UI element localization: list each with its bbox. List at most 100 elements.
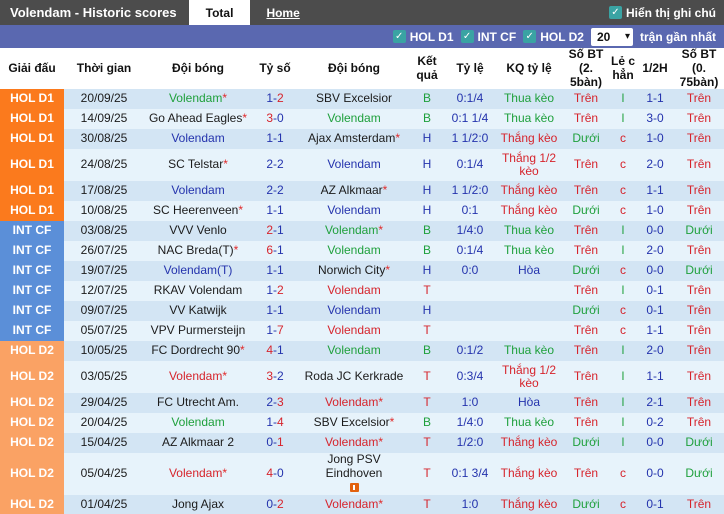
- league-badge: INT CF: [0, 301, 64, 322]
- half-time-score: 1-0: [636, 201, 674, 222]
- col-odd-even: Lẻ c hẳn: [610, 48, 636, 90]
- asterisk-marker: *: [382, 183, 388, 198]
- away-team-name: AZ Alkmaar: [320, 183, 383, 198]
- away-goals: 0: [277, 111, 284, 126]
- away-goals: 4: [277, 415, 284, 430]
- result-badge: B: [410, 413, 444, 434]
- away-team-name: SBV Excelsior: [313, 415, 390, 430]
- home-goals: 1: [266, 415, 273, 430]
- title-bar: Volendam - Historic scores Total Home ✓ …: [0, 0, 724, 25]
- league-badge: HOL D2: [0, 361, 64, 394]
- away-team-cell: Roda JC Kerkrade: [298, 361, 410, 394]
- away-goals: 1: [277, 435, 284, 450]
- handicap-odds: 0:1 3/4: [444, 453, 496, 495]
- match-date: 29/04/25: [64, 393, 144, 414]
- home-team-name: Volendam: [171, 131, 225, 146]
- result-badge: B: [410, 241, 444, 262]
- handicap-result: Thua kèo: [496, 109, 562, 130]
- away-goals: 2: [277, 157, 284, 172]
- col-half-time: 1/2H: [636, 48, 674, 90]
- result-badge: B: [410, 109, 444, 130]
- tab-total[interactable]: Total: [188, 0, 251, 25]
- away-team-name: Volendam: [327, 243, 381, 258]
- over-under-25: Dưới: [562, 433, 610, 454]
- filter-hol-d1: ✓ HOL D1: [392, 30, 454, 44]
- half-time-score: 1-0: [636, 129, 674, 150]
- match-date: 20/09/25: [64, 89, 144, 110]
- over-under-075: Trên: [674, 494, 724, 514]
- home-goals: 1: [266, 303, 273, 318]
- handicap-result: Thua kèo: [496, 89, 562, 110]
- match-count-select[interactable]: 20 ▾: [590, 27, 633, 46]
- away-team-cell: Ajax Amsterdam*: [298, 129, 410, 150]
- away-team-cell: Volendam: [298, 321, 410, 342]
- odd-even-flag: c: [610, 301, 636, 322]
- odd-even-flag: l: [610, 89, 636, 110]
- table-row: INT CF 09/07/25 VV Katwijk 1-1 Volendam H Dưới…: [0, 301, 724, 322]
- away-goals: 2: [277, 496, 284, 511]
- table-row: INT CF 03/08/25 VVV Venlo 2-1 Volendam* B 1/4:…: [0, 221, 724, 242]
- match-date: 05/04/25: [64, 453, 144, 495]
- table-row: HOL D1 24/08/25 SC Telstar* 2-2 Volendam H 0:1…: [0, 149, 724, 182]
- match-date: 03/05/25: [64, 361, 144, 394]
- away-team-cell: SBV Excelsior*: [298, 413, 410, 434]
- result-badge: T: [410, 453, 444, 495]
- away-team-name: Volendam: [327, 157, 381, 172]
- home-team-name: VV Katwijk: [169, 303, 227, 318]
- half-time-score: 2-0: [636, 149, 674, 182]
- handicap-result: Thắng kèo: [496, 433, 562, 454]
- tab-home[interactable]: Home: [266, 6, 299, 20]
- score-cell: 1-2: [252, 281, 298, 302]
- table-row: HOL D2 05/04/25 Volendam* 4-0 Jong PSV Eindh…: [0, 453, 724, 495]
- away-team-name: Volendam: [327, 303, 381, 318]
- int-cf-checkbox-icon[interactable]: ✓: [460, 30, 474, 43]
- page-title: Volendam - Historic scores: [10, 5, 177, 20]
- home-team-name: RKAV Volendam: [153, 283, 243, 298]
- match-count-value: 20: [596, 29, 611, 44]
- col-league: Giải đấu: [0, 48, 64, 90]
- score-cell: 0-2: [252, 494, 298, 514]
- odd-even-flag: c: [610, 261, 636, 282]
- handicap-odds: 0:0: [444, 261, 496, 282]
- asterisk-marker: *: [385, 263, 390, 278]
- col-handicap: Tỷ lệ: [444, 48, 496, 90]
- show-notes-label: Hiển thị ghi chú: [626, 5, 716, 20]
- result-badge: H: [410, 181, 444, 202]
- league-badge: HOL D2: [0, 453, 64, 495]
- score-cell: 3-0: [252, 109, 298, 130]
- home-team-name: FC Utrecht Am.: [156, 395, 239, 410]
- score-cell: 1-1: [252, 201, 298, 222]
- handicap-odds: 1:0: [444, 494, 496, 514]
- table-row: HOL D2 15/04/25 AZ Alkmaar 2 0-1 Volendam* T 1…: [0, 433, 724, 454]
- away-team-cell: Volendam*: [298, 433, 410, 454]
- result-badge: H: [410, 261, 444, 282]
- half-time-score: 1-1: [636, 181, 674, 202]
- home-team-name: AZ Alkmaar 2: [161, 435, 235, 450]
- away-team-name: Volendam: [324, 395, 379, 410]
- over-under-25: Trên: [562, 181, 610, 202]
- hol-d1-checkbox-icon[interactable]: ✓: [392, 30, 406, 43]
- home-team-name: Volendam: [171, 183, 225, 198]
- over-under-25: Trên: [562, 241, 610, 262]
- match-date: 01/04/25: [64, 494, 144, 514]
- away-team-cell: Volendam: [298, 201, 410, 222]
- handicap-result: [496, 301, 562, 322]
- show-notes-checkbox-icon[interactable]: ✓: [609, 6, 622, 19]
- home-team-cell: Volendam*: [144, 361, 252, 394]
- result-badge: T: [410, 321, 444, 342]
- league-badge: HOL D1: [0, 109, 64, 130]
- odd-even-flag: l: [610, 109, 636, 130]
- over-under-25: Trên: [562, 221, 610, 242]
- home-team-cell: Volendam: [144, 181, 252, 202]
- away-team-name: Volendam: [327, 203, 381, 218]
- half-time-score: 1-1: [636, 321, 674, 342]
- table-row: HOL D2 20/04/25 Volendam 1-4 SBV Excelsior* B…: [0, 413, 724, 434]
- home-goals: 6: [266, 243, 273, 258]
- home-goals: 1: [266, 283, 273, 298]
- table-row: HOL D2 01/04/25 Jong Ajax 0-2 Volendam* T 1:0 T…: [0, 494, 724, 514]
- over-under-075: Trên: [674, 393, 724, 414]
- hol-d2-checkbox-icon[interactable]: ✓: [523, 30, 537, 43]
- score-cell: 2-3: [252, 393, 298, 414]
- handicap-result: Hòa: [496, 261, 562, 282]
- score-cell: 0-1: [252, 433, 298, 454]
